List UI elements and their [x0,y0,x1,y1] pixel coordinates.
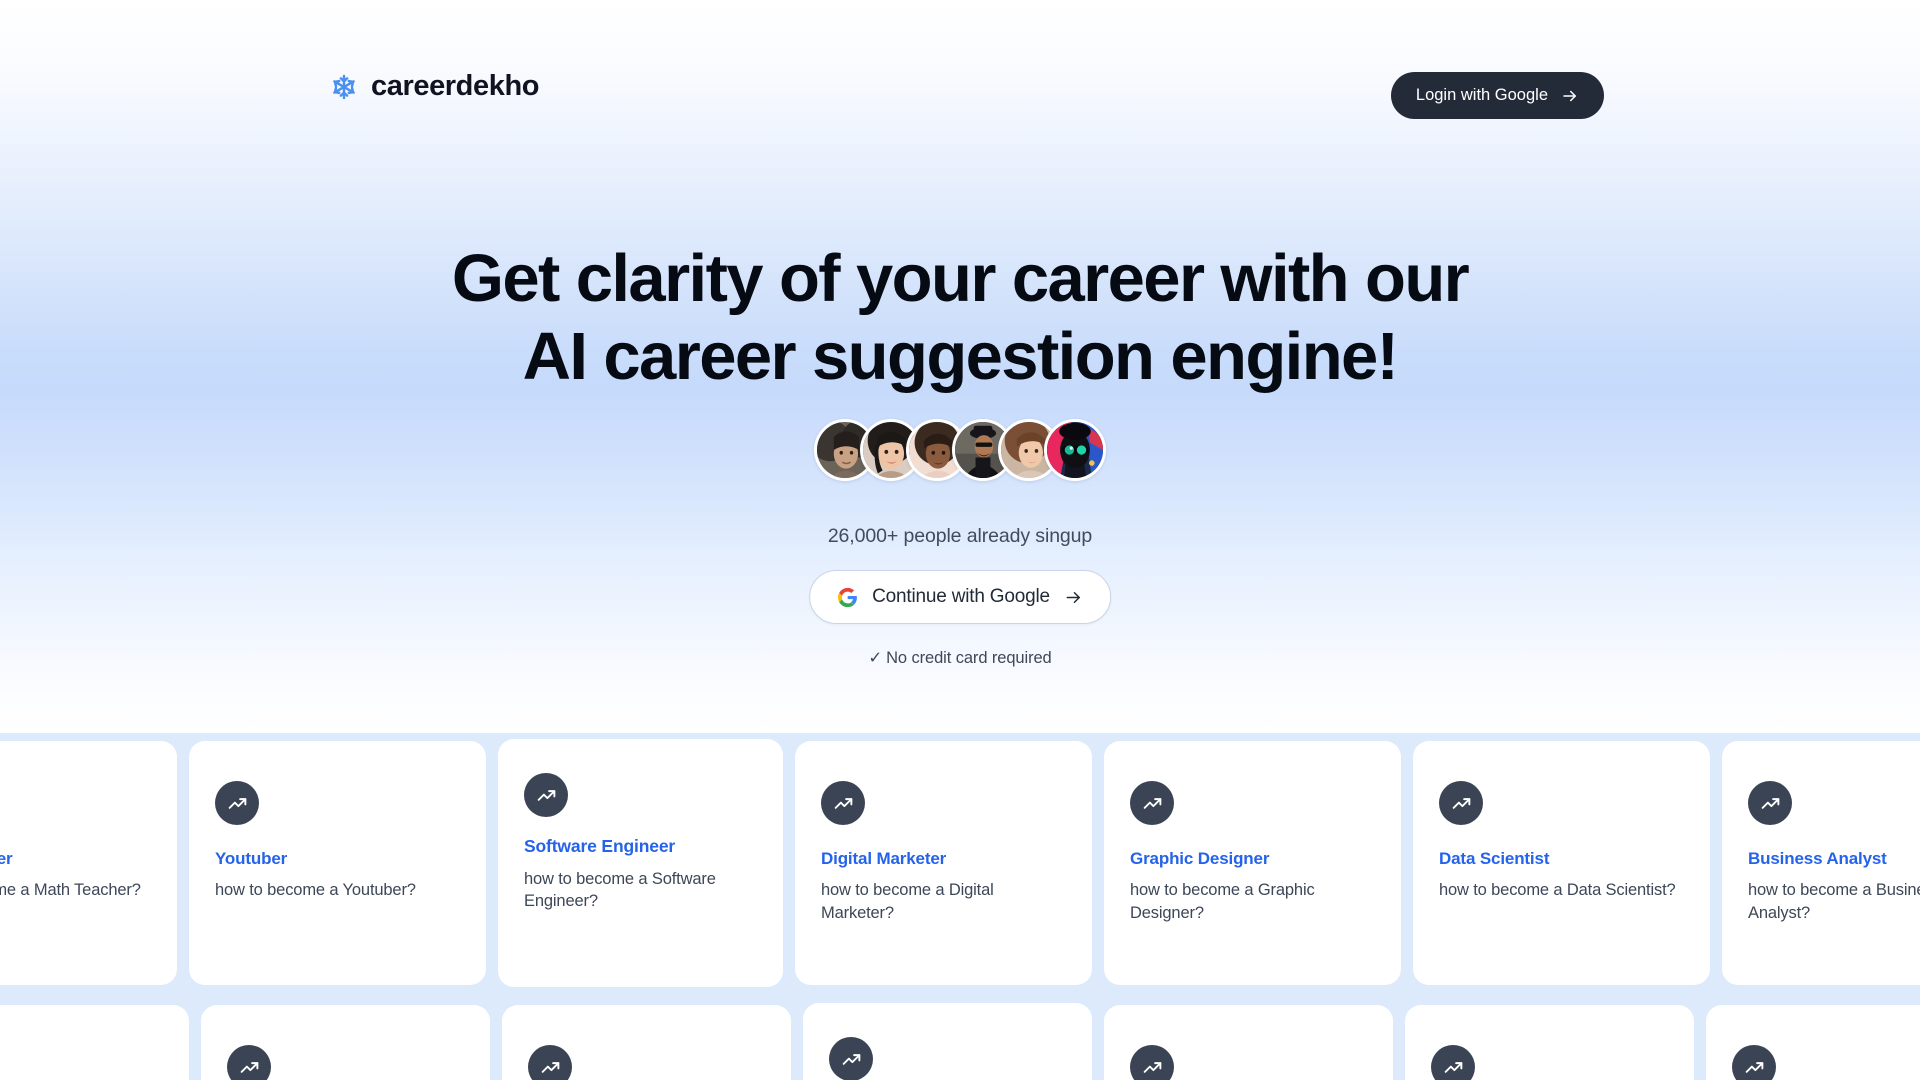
trending-up-icon [215,781,259,825]
career-card-description: how to become a Graphic Designer? [1130,881,1315,922]
trending-up-icon [1439,781,1483,825]
career-card-description: how to become a Digital Marketer? [821,881,994,922]
landing-page: careerdekho Login with Google Get clarit… [0,0,1920,1080]
career-card-description: how to become a Data Scientist? [1439,881,1676,900]
career-card-title: Youtuber [215,849,288,868]
career-card[interactable]: Data Scientist how to become a Data Scien… [1413,741,1710,985]
arrow-right-icon [1561,87,1579,105]
career-card[interactable]: Software Engineer how to become a Softwar… [498,739,783,987]
career-card-description: how to become a Software Engineer? [524,869,716,911]
continue-with-google-button[interactable]: Continue with Google [809,570,1111,624]
career-card[interactable]: Math Teacher how to become a Math Teacher… [0,741,177,985]
career-card-description: how to become a Youtuber? [215,881,416,900]
career-card[interactable] [502,1005,791,1080]
career-card-title: Math Teacher [0,849,13,868]
career-card[interactable] [803,1003,1092,1080]
career-card[interactable]: Graphic Designer how to become a Graphic … [1104,741,1401,985]
avatar [1044,419,1106,481]
brand-logo[interactable]: careerdekho [330,72,539,101]
career-card[interactable] [1405,1005,1694,1080]
career-card-description: how to become a Business Analyst? [1748,881,1920,922]
trending-up-icon [528,1045,572,1080]
career-card-title: Graphic Designer [1130,849,1270,868]
career-card[interactable] [0,1005,189,1080]
note-text: No credit card required [886,649,1052,667]
career-card[interactable]: Business Analyst how to become a Business… [1722,741,1920,985]
snowflake-asterisk-icon [330,73,358,101]
check-icon: ✓ [868,649,883,667]
page-title: Get clarity of your career with our AI c… [0,240,1920,395]
trending-up-icon [1130,1045,1174,1080]
career-card-title: Data Scientist [1439,849,1550,868]
continue-button-label: Continue with Google [872,586,1050,607]
career-cards-section: Math Teacher how to become a Math Teacher… [0,733,1920,1080]
career-card-title: Digital Marketer [821,849,947,868]
google-g-icon [837,587,858,608]
career-card[interactable] [201,1005,490,1080]
career-card-row-2 [0,1003,1920,1080]
career-card[interactable] [1706,1005,1920,1080]
career-card-title: Business Analyst [1748,849,1887,868]
career-card-description: how to become a Math Teacher? [0,881,141,900]
trending-up-icon [227,1045,271,1080]
trending-up-icon [821,781,865,825]
top-navigation-bar: careerdekho Login with Google [0,0,1920,160]
social-proof-text: 26,000+ people already singup [827,525,1093,547]
trending-up-icon [1130,781,1174,825]
career-card-row-1: Math Teacher how to become a Math Teacher… [0,739,1920,987]
headline-line-2: AI career suggestion engine! [522,318,1399,394]
trending-up-icon [1431,1045,1475,1080]
trending-up-icon [524,773,568,817]
career-card[interactable] [1104,1005,1393,1080]
career-card-title: Software Engineer [524,836,676,856]
arrow-right-icon [1064,588,1083,607]
login-with-google-button[interactable]: Login with Google [1390,72,1604,119]
login-button-label: Login with Google [1415,86,1548,104]
avatar-group [814,419,1106,481]
brand-name: careerdekho [371,70,540,102]
trending-up-icon [829,1037,873,1080]
trending-up-icon [1732,1045,1776,1080]
career-card[interactable]: Digital Marketer how to become a Digital … [795,741,1092,985]
no-credit-card-note: ✓ No credit card required [0,648,1920,668]
headline-line-1: Get clarity of your career with our [451,241,1470,316]
trending-up-icon [1748,781,1792,825]
career-card[interactable]: Youtuber how to become a Youtuber? [189,741,486,985]
